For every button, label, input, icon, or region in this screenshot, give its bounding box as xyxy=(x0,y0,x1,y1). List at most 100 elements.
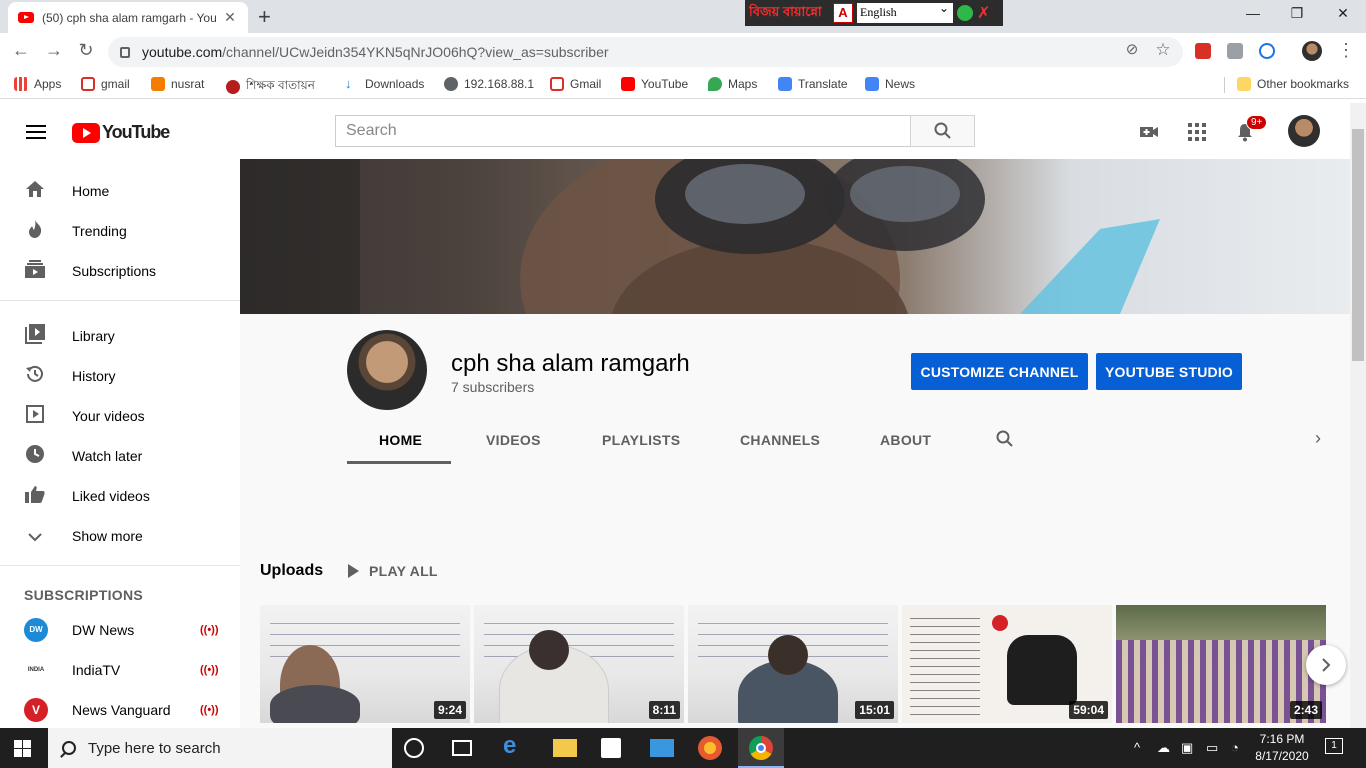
firefox-icon[interactable] xyxy=(698,736,722,760)
keyboard-a-icon[interactable]: A xyxy=(833,3,853,23)
bookmark-youtube[interactable]: YouTube xyxy=(621,77,688,91)
channel-search-icon[interactable] xyxy=(996,430,1014,448)
forward-arrow-icon[interactable]: → xyxy=(43,40,65,61)
edge-browser-icon[interactable]: e xyxy=(503,732,527,759)
tab-home[interactable]: HOME xyxy=(379,432,422,448)
subscription-item-dw-news[interactable]: DW DW News ((•)) xyxy=(0,610,240,650)
bookmark-gmail-2[interactable]: Gmail xyxy=(550,77,601,91)
close-tab-icon[interactable]: ✕ xyxy=(222,9,238,26)
translate-icon[interactable]: ⊘ xyxy=(1121,40,1143,58)
uploads-heading[interactable]: Uploads xyxy=(260,562,323,580)
video-thumbnail[interactable]: 2:43 xyxy=(1116,605,1326,723)
sidebar-item-liked-videos[interactable]: Liked videos xyxy=(0,476,240,516)
microsoft-store-icon[interactable] xyxy=(601,738,621,758)
address-bar[interactable]: youtube.com /channel/UCwJeidn354YKN5qNrJ… xyxy=(108,37,1183,67)
subscription-item-indiatv[interactable]: INDIA IndiaTV ((•)) xyxy=(0,650,240,690)
bookmark-downloads[interactable]: ↓ Downloads xyxy=(345,77,424,92)
cortana-icon[interactable] xyxy=(404,738,424,758)
bookmark-label: শিক্ষক বাতায়ন xyxy=(246,78,315,92)
browser-tab[interactable]: (50) cph sha alam ramgarh - You ✕ xyxy=(8,2,248,33)
chrome-menu-icon[interactable]: ⋮ xyxy=(1335,40,1357,61)
channel-header: cph sha alam ramgarh 7 subscribers CUSTO… xyxy=(240,314,1350,465)
page-scrollbar[interactable] xyxy=(1350,103,1366,728)
sidebar-item-home[interactable]: Home xyxy=(0,171,240,211)
pdf-extension-icon[interactable] xyxy=(1195,43,1211,59)
subscription-item-news-vanguard[interactable]: V News Vanguard ((•)) xyxy=(0,690,240,730)
bookmark-maps[interactable]: Maps xyxy=(708,77,757,91)
tools-icon[interactable]: ✗ xyxy=(977,3,990,23)
bookmark-gmail[interactable]: gmail xyxy=(81,77,130,91)
onedrive-icon[interactable]: ☁ xyxy=(1157,740,1170,756)
video-thumbnail[interactable]: 8:11 xyxy=(474,605,684,723)
hamburger-menu-icon[interactable] xyxy=(26,125,46,139)
download-extension-icon[interactable] xyxy=(1227,43,1243,59)
thumbnail-figure xyxy=(270,685,360,723)
file-explorer-icon[interactable] xyxy=(553,739,577,757)
profile-avatar-icon[interactable] xyxy=(1302,41,1322,61)
action-center-icon[interactable]: 1 xyxy=(1325,738,1343,754)
sidebar-item-show-more[interactable]: Show more xyxy=(0,516,240,556)
task-view-icon[interactable] xyxy=(452,740,472,756)
customize-channel-button[interactable]: CUSTOMIZE CHANNEL xyxy=(911,353,1088,390)
close-window-icon[interactable]: ✕ xyxy=(1333,5,1353,22)
battery-icon[interactable]: ▭ xyxy=(1206,740,1218,756)
bookmark-apps[interactable]: Apps xyxy=(14,77,61,91)
bookmark-shikkhok-batayon[interactable]: শিক্ষক বাতায়ন xyxy=(226,77,315,97)
tab-about[interactable]: ABOUT xyxy=(880,432,931,448)
tray-app-icon[interactable]: ▣ xyxy=(1181,740,1193,756)
youtube-logo[interactable]: YouTube xyxy=(72,122,170,143)
search-button[interactable] xyxy=(910,115,975,147)
bangla-keyboard-toolbar: বিজয় বায়ান্নো A English ✗ xyxy=(745,0,1003,26)
clock-time: 7:16 PM xyxy=(1259,732,1305,746)
wifi-icon[interactable]: ◔ xyxy=(1231,740,1239,755)
minimize-icon[interactable]: — xyxy=(1243,5,1263,21)
chevron-right-icon xyxy=(1322,658,1331,672)
star-bookmark-icon[interactable]: ☆ xyxy=(1152,40,1174,60)
c-extension-icon[interactable] xyxy=(1259,43,1275,59)
new-tab-button[interactable]: + xyxy=(258,4,271,30)
windows-start-icon[interactable] xyxy=(14,740,32,757)
video-thumbnail[interactable]: 15:01 xyxy=(688,605,898,723)
tab-playlists[interactable]: PLAYLISTS xyxy=(602,432,680,448)
tab-channels[interactable]: CHANNELS xyxy=(740,432,820,448)
sidebar-item-label: Home xyxy=(72,183,110,199)
sidebar-item-subscriptions[interactable]: Subscriptions xyxy=(0,251,240,291)
bookmark-router[interactable]: 192.168.88.1 xyxy=(444,77,534,91)
tray-chevron-up-icon[interactable]: ^ xyxy=(1134,740,1140,755)
play-all-button[interactable]: PLAY ALL xyxy=(348,563,438,579)
video-thumbnail[interactable]: 59:04 xyxy=(902,605,1112,723)
video-thumbnail[interactable]: 9:24 xyxy=(260,605,470,723)
mail-icon[interactable] xyxy=(650,739,674,757)
banner-portrait-art xyxy=(240,159,1160,314)
youtube-studio-button[interactable]: YOUTUBE STUDIO xyxy=(1096,353,1242,390)
create-video-icon[interactable] xyxy=(1138,121,1160,143)
thumbnail-art xyxy=(910,611,980,716)
back-arrow-icon[interactable]: ← xyxy=(10,40,32,61)
carousel-next-button[interactable] xyxy=(1306,645,1346,685)
search-input[interactable]: Search xyxy=(335,115,911,147)
bookmark-translate[interactable]: Translate xyxy=(778,77,848,91)
bookmark-label: Apps xyxy=(34,77,62,91)
bookmark-other[interactable]: Other bookmarks xyxy=(1237,77,1349,91)
taskbar-clock[interactable]: 7:16 PM 8/17/2020 xyxy=(1252,731,1312,765)
sidebar-item-history[interactable]: History xyxy=(0,356,240,396)
restore-icon[interactable]: ❐ xyxy=(1287,5,1307,22)
sidebar-item-library[interactable]: Library xyxy=(0,316,240,356)
account-avatar[interactable] xyxy=(1288,115,1320,147)
sidebar-item-your-videos[interactable]: Your videos xyxy=(0,396,240,436)
sidebar-item-label: Liked videos xyxy=(72,488,150,504)
scrollbar-thumb[interactable] xyxy=(1352,129,1364,361)
sidebar-item-trending[interactable]: Trending xyxy=(0,211,240,251)
sidebar-item-watch-later[interactable]: Watch later xyxy=(0,436,240,476)
bookmark-nusrat[interactable]: nusrat xyxy=(151,77,204,91)
green-arrow-icon[interactable] xyxy=(957,5,973,21)
chevron-right-icon[interactable]: › xyxy=(1315,428,1321,449)
bookmark-label: Gmail xyxy=(570,77,602,91)
taskbar-chrome-active[interactable] xyxy=(738,728,784,768)
bookmark-news[interactable]: News xyxy=(865,77,915,91)
language-select[interactable]: English xyxy=(857,1,953,23)
reload-icon[interactable]: ↻ xyxy=(75,40,97,61)
tab-videos[interactable]: VIDEOS xyxy=(486,432,541,448)
taskbar-search-box[interactable]: Type here to search xyxy=(48,728,392,768)
apps-grid-icon[interactable] xyxy=(1186,121,1208,143)
